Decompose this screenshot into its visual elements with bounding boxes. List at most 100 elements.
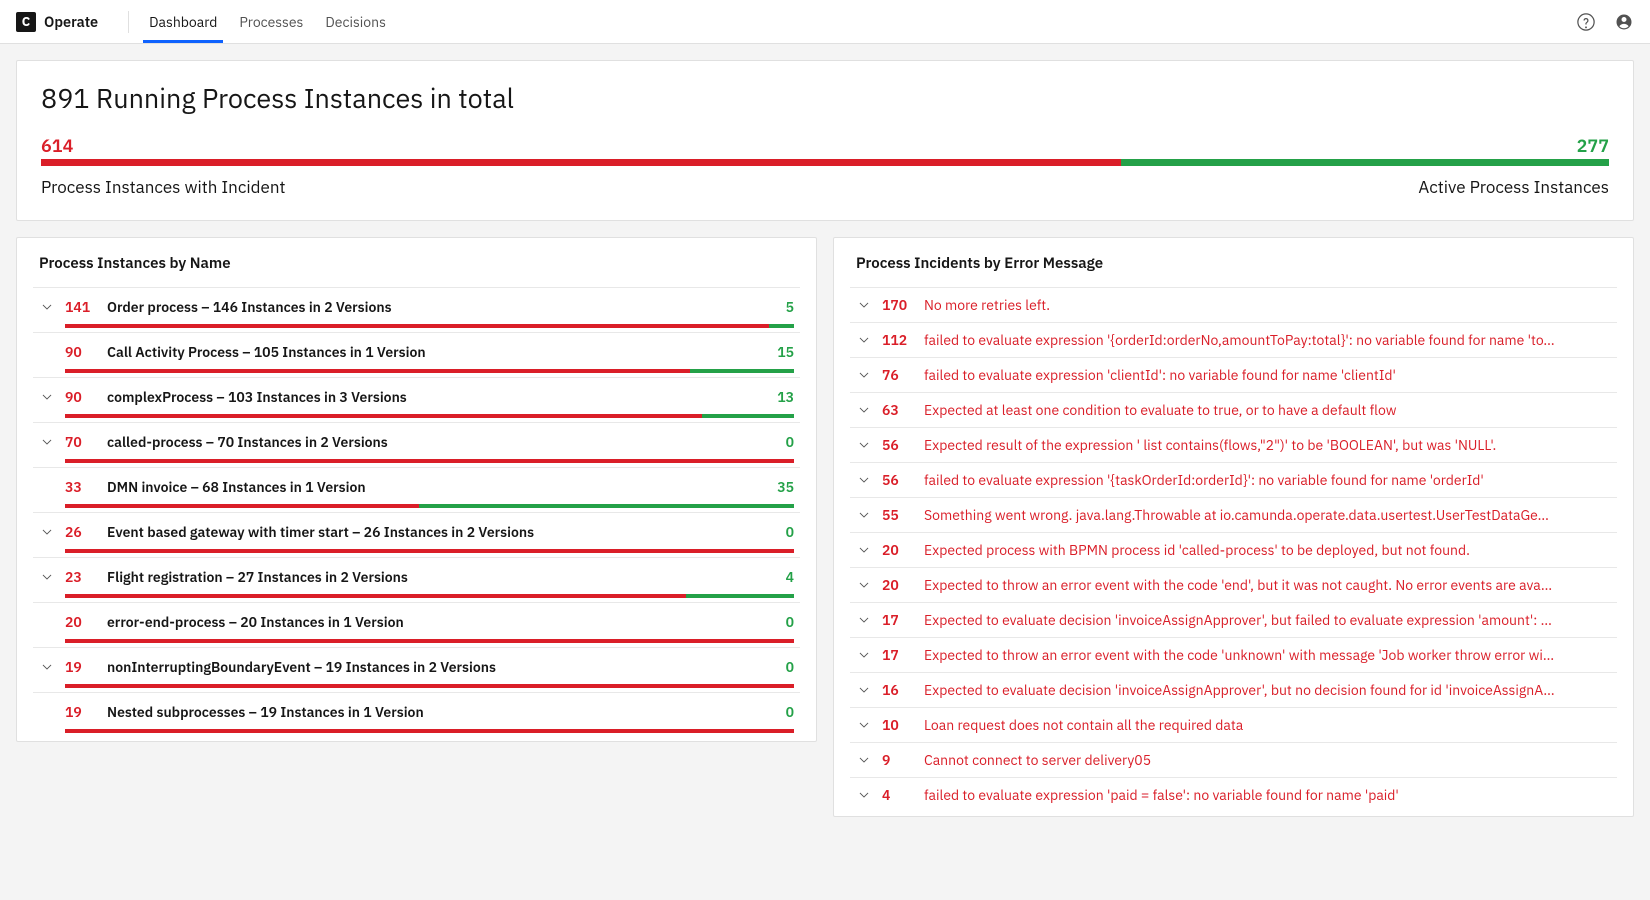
- chevron-down-icon[interactable]: [856, 368, 872, 382]
- chevron-down-icon[interactable]: [856, 613, 872, 627]
- chevron-down-icon[interactable]: [39, 570, 55, 584]
- process-title[interactable]: called-process – 70 Instances in 2 Versi…: [107, 433, 776, 451]
- nav-dashboard[interactable]: Dashboard: [149, 0, 217, 43]
- process-row[interactable]: 90Call Activity Process – 105 Instances …: [33, 332, 800, 377]
- process-title[interactable]: Flight registration – 27 Instances in 2 …: [107, 568, 776, 586]
- user-menu-icon[interactable]: [1614, 12, 1634, 32]
- process-incident-count[interactable]: 19: [65, 703, 97, 721]
- chevron-down-icon[interactable]: [856, 718, 872, 732]
- process-incident-count[interactable]: 20: [65, 613, 97, 631]
- error-count[interactable]: 20: [882, 576, 914, 594]
- chevron-down-icon[interactable]: [39, 660, 55, 674]
- error-message[interactable]: failed to evaluate expression '{taskOrde…: [924, 471, 1611, 489]
- process-active-count[interactable]: 0: [786, 613, 794, 631]
- error-row[interactable]: 56 Expected result of the expression ' li…: [850, 427, 1617, 462]
- error-message[interactable]: Loan request does not contain all the re…: [924, 716, 1611, 734]
- process-row[interactable]: 23 Flight registration – 27 Instances in …: [33, 557, 800, 602]
- error-message[interactable]: failed to evaluate expression 'paid = fa…: [924, 786, 1611, 804]
- process-incident-count[interactable]: 33: [65, 478, 97, 496]
- error-row[interactable]: 55Something went wrong. java.lang.Throwa…: [850, 497, 1617, 532]
- process-title[interactable]: nonInterruptingBoundaryEvent – 19 Instan…: [107, 658, 776, 676]
- process-title[interactable]: Event based gateway with timer start – 2…: [107, 523, 776, 541]
- process-incident-count[interactable]: 141: [65, 298, 97, 316]
- chevron-down-icon[interactable]: [39, 390, 55, 404]
- chevron-down-icon[interactable]: [856, 753, 872, 767]
- error-count[interactable]: 112: [882, 331, 914, 349]
- brand[interactable]: C Operate: [16, 12, 98, 32]
- chevron-down-icon[interactable]: [856, 543, 872, 557]
- error-message[interactable]: Expected to evaluate decision 'invoiceAs…: [924, 611, 1611, 629]
- chevron-down-icon[interactable]: [39, 435, 55, 449]
- error-row[interactable]: 17Expected to throw an error event with …: [850, 637, 1617, 672]
- error-message[interactable]: Expected result of the expression ' list…: [924, 436, 1611, 454]
- error-count[interactable]: 20: [882, 541, 914, 559]
- error-message[interactable]: failed to evaluate expression '{orderId:…: [924, 331, 1611, 349]
- error-row[interactable]: 76 failed to evaluate expression 'clientI…: [850, 357, 1617, 392]
- error-count[interactable]: 4: [882, 786, 914, 804]
- error-message[interactable]: Expected to throw an error event with th…: [924, 576, 1611, 594]
- process-incident-count[interactable]: 19: [65, 658, 97, 676]
- chevron-down-icon[interactable]: [39, 300, 55, 314]
- process-incident-count[interactable]: 70: [65, 433, 97, 451]
- process-row[interactable]: 141 Order process – 146 Instances in 2 Ve…: [33, 287, 800, 332]
- process-active-count[interactable]: 0: [786, 433, 794, 451]
- process-active-count[interactable]: 5: [786, 298, 794, 316]
- help-icon[interactable]: [1576, 12, 1596, 32]
- process-title[interactable]: complexProcess – 103 Instances in 3 Vers…: [107, 388, 767, 406]
- error-count[interactable]: 16: [882, 681, 914, 699]
- error-message[interactable]: Cannot connect to server delivery05: [924, 751, 1611, 769]
- error-message[interactable]: Expected at least one condition to evalu…: [924, 401, 1611, 419]
- process-row[interactable]: 70 called-process – 70 Instances in 2 Ver…: [33, 422, 800, 467]
- error-row[interactable]: 56 failed to evaluate expression '{taskOr…: [850, 462, 1617, 497]
- error-message[interactable]: No more retries left.: [924, 296, 1611, 314]
- process-row[interactable]: 26 Event based gateway with timer start –…: [33, 512, 800, 557]
- chevron-down-icon[interactable]: [856, 403, 872, 417]
- process-row[interactable]: 33 DMN invoice – 68 Instances in 1 Versio…: [33, 467, 800, 512]
- incidents-count[interactable]: 614: [41, 134, 73, 157]
- error-count[interactable]: 170: [882, 296, 914, 314]
- chevron-down-icon[interactable]: [856, 683, 872, 697]
- process-active-count[interactable]: 13: [777, 388, 794, 406]
- process-title[interactable]: error-end-process – 20 Instances in 1 Ve…: [107, 613, 776, 631]
- process-active-count[interactable]: 0: [786, 523, 794, 541]
- error-message[interactable]: Expected to throw an error event with th…: [924, 646, 1611, 664]
- process-active-count[interactable]: 15: [777, 343, 794, 361]
- chevron-down-icon[interactable]: [856, 508, 872, 522]
- process-active-count[interactable]: 0: [786, 703, 794, 721]
- error-count[interactable]: 56: [882, 471, 914, 489]
- process-title[interactable]: DMN invoice – 68 Instances in 1 Version: [107, 478, 767, 496]
- error-message[interactable]: Expected to evaluate decision 'invoiceAs…: [924, 681, 1611, 699]
- error-row[interactable]: 10 Loan request does not contain all the …: [850, 707, 1617, 742]
- error-message[interactable]: Expected process with BPMN process id 'c…: [924, 541, 1611, 559]
- chevron-down-icon[interactable]: [856, 578, 872, 592]
- error-row[interactable]: 112 failed to evaluate expression '{order…: [850, 322, 1617, 357]
- nav-decisions[interactable]: Decisions: [325, 0, 386, 43]
- process-title[interactable]: Order process – 146 Instances in 2 Versi…: [107, 298, 776, 316]
- error-row[interactable]: 20 Expected process with BPMN process id …: [850, 532, 1617, 567]
- error-message[interactable]: failed to evaluate expression 'clientId'…: [924, 366, 1611, 384]
- chevron-down-icon[interactable]: [856, 333, 872, 347]
- error-count[interactable]: 10: [882, 716, 914, 734]
- process-row[interactable]: 90 complexProcess – 103 Instances in 3 Ve…: [33, 377, 800, 422]
- error-count[interactable]: 9: [882, 751, 914, 769]
- process-active-count[interactable]: 4: [786, 568, 794, 586]
- process-row[interactable]: 20 error-end-process – 20 Instances in 1 …: [33, 602, 800, 647]
- process-incident-count[interactable]: 90: [65, 388, 97, 406]
- error-row[interactable]: 17Expected to evaluate decision 'invoice…: [850, 602, 1617, 637]
- error-count[interactable]: 56: [882, 436, 914, 454]
- chevron-down-icon[interactable]: [856, 788, 872, 802]
- process-row[interactable]: 19Nested subprocesses – 19 Instances in …: [33, 692, 800, 737]
- chevron-down-icon[interactable]: [856, 648, 872, 662]
- nav-processes[interactable]: Processes: [239, 0, 303, 43]
- process-active-count[interactable]: 0: [786, 658, 794, 676]
- error-row[interactable]: 63 Expected at least one condition to eva…: [850, 392, 1617, 427]
- process-incident-count[interactable]: 26: [65, 523, 97, 541]
- error-row[interactable]: 9 Cannot connect to server delivery05: [850, 742, 1617, 777]
- chevron-down-icon[interactable]: [856, 473, 872, 487]
- process-incident-count[interactable]: 90: [65, 343, 97, 361]
- error-row[interactable]: 16 Expected to evaluate decision 'invoice…: [850, 672, 1617, 707]
- error-count[interactable]: 76: [882, 366, 914, 384]
- error-row[interactable]: 20 Expected to throw an error event with …: [850, 567, 1617, 602]
- process-incident-count[interactable]: 23: [65, 568, 97, 586]
- error-count[interactable]: 63: [882, 401, 914, 419]
